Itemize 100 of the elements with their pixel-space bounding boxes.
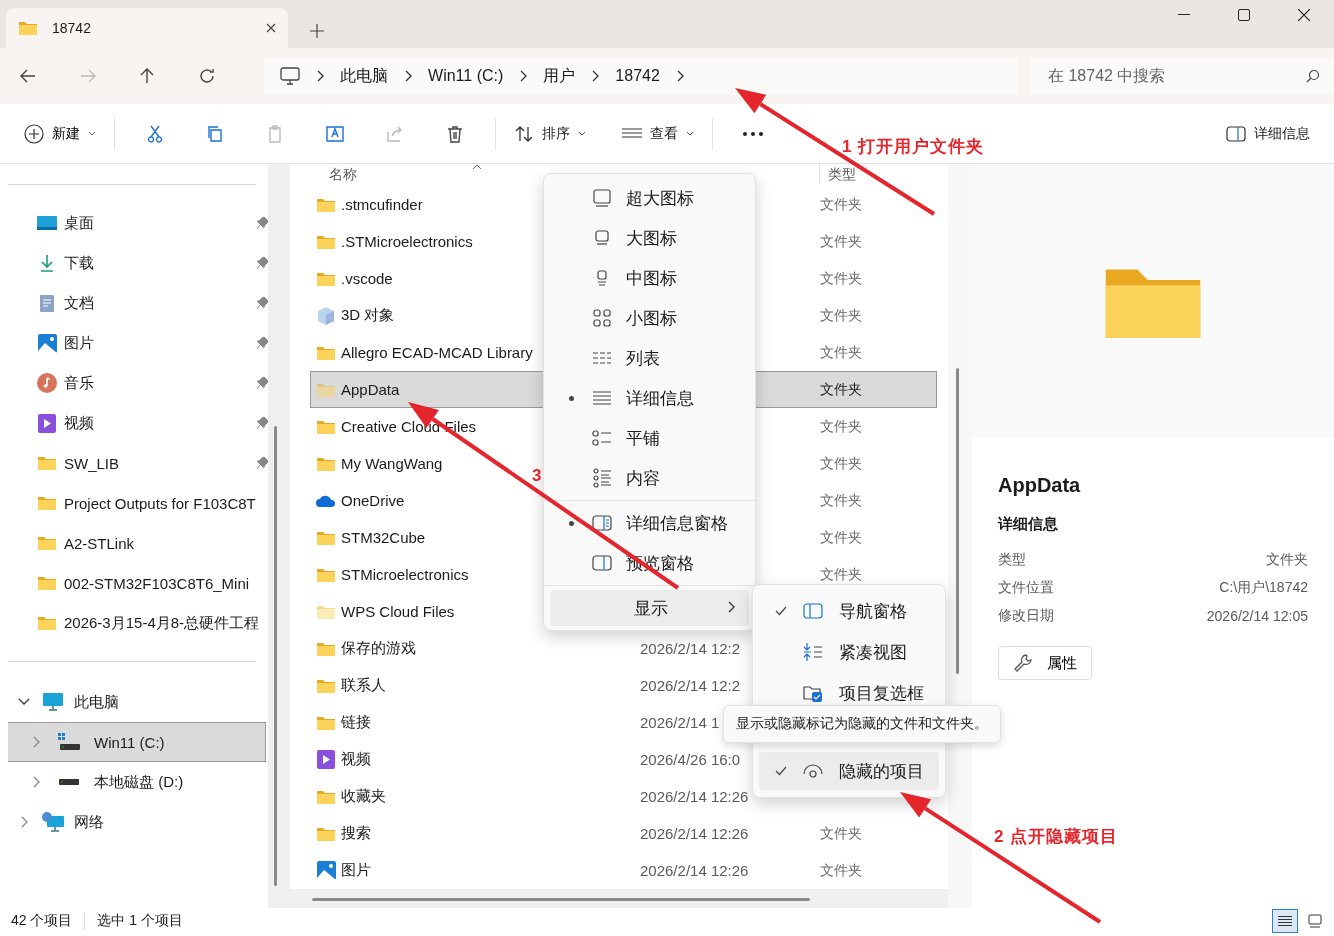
chevron-down-icon[interactable] <box>18 698 30 706</box>
file-type: 文件夹 <box>820 380 862 399</box>
menu-item[interactable]: 小图标 <box>550 298 749 338</box>
new-button[interactable]: 新建 <box>16 117 104 150</box>
file-type: 文件夹 <box>820 343 862 362</box>
file-name[interactable]: .vscode <box>341 270 393 287</box>
menu-item[interactable]: 隐藏的项目 <box>759 752 939 790</box>
maximize-icon[interactable] <box>1238 9 1250 21</box>
quick-access-item[interactable]: A2-STLink <box>8 523 270 563</box>
scissors-icon[interactable] <box>145 123 165 144</box>
tab-title: 18742 <box>52 20 92 36</box>
quick-access-item[interactable]: 音乐 <box>8 363 270 403</box>
menu-item[interactable]: 平铺 <box>550 418 749 458</box>
file-name[interactable]: 搜索 <box>341 824 371 843</box>
pin-icon[interactable] <box>256 456 270 470</box>
breadcrumb[interactable]: 用户 <box>543 65 576 87</box>
tree-item[interactable]: 网络 <box>8 802 266 842</box>
file-name[interactable]: 3D 对象 <box>341 306 395 325</box>
file-name[interactable]: OneDrive <box>341 492 405 509</box>
file-name[interactable]: STM32Cube <box>341 529 426 546</box>
menu-item[interactable]: 详细信息 <box>550 378 749 418</box>
search-field[interactable]: 在 18742 中搜索 <box>1030 57 1334 95</box>
folder-icon <box>316 825 336 842</box>
cube-icon <box>316 305 336 326</box>
quick-access-item[interactable]: 文档 <box>8 283 270 323</box>
minimize-icon[interactable] <box>1178 14 1190 16</box>
menu-item[interactable]: 导航窗格 <box>759 592 939 630</box>
file-name[interactable]: My WangWang <box>341 455 443 472</box>
sort-button[interactable]: 排序 <box>506 117 594 150</box>
plus-icon[interactable] <box>310 24 324 38</box>
pin-icon[interactable] <box>256 256 270 270</box>
file-name[interactable]: WPS Cloud Files <box>341 603 455 620</box>
column-header[interactable]: 类型 <box>819 162 856 184</box>
selection-count: 选中 1 个项目 <box>84 912 184 930</box>
menu-item[interactable]: 列表 <box>550 338 749 378</box>
pin-icon[interactable] <box>256 376 270 390</box>
property-label: 文件位置 <box>998 579 1054 597</box>
grid-icon <box>592 308 612 328</box>
file-name[interactable]: .stmcufinder <box>341 196 423 213</box>
quick-access-item[interactable]: Project Outputs for F103C8T <box>8 483 270 523</box>
file-name[interactable]: 保存的游戏 <box>341 639 416 658</box>
quick-access-item[interactable]: SW_LIB <box>8 443 270 483</box>
quick-access-item[interactable]: 下载 <box>8 243 270 283</box>
view-toggle[interactable] <box>1272 909 1298 933</box>
menu-item[interactable]: 中图标 <box>550 258 749 298</box>
menu-item[interactable]: 显示 <box>550 590 749 626</box>
more-icon[interactable] <box>743 131 763 136</box>
file-name[interactable]: STMicroelectronics <box>341 566 469 583</box>
tree-item[interactable]: 此电脑 <box>8 682 266 722</box>
breadcrumb[interactable]: Win11 (C:) <box>428 67 504 85</box>
scrollbar-thumb[interactable] <box>312 898 810 901</box>
quick-access-item[interactable]: 2026-3月15-4月8-总硬件工程 <box>8 603 270 643</box>
rename-icon[interactable] <box>325 123 345 144</box>
menu-item[interactable]: 大图标 <box>550 218 749 258</box>
menu-item[interactable]: 内容 <box>550 458 749 498</box>
menu-item[interactable]: 紧凑视图 <box>759 633 939 671</box>
file-name[interactable]: Allegro ECAD-MCAD Library <box>341 344 533 361</box>
address-bar[interactable]: 此电脑 Win11 (C:) 用户 18742 <box>264 57 1018 95</box>
folder-icon <box>37 495 57 511</box>
plus-circle-icon <box>24 123 44 144</box>
view-button[interactable]: 查看 <box>614 118 702 149</box>
folder-icon <box>316 196 336 213</box>
modified-date: 2026/4/26 16:0 <box>640 751 741 768</box>
quick-access-item[interactable]: 图片 <box>8 323 270 363</box>
file-name[interactable]: 收藏夹 <box>341 787 386 806</box>
quick-access-item[interactable]: 视频 <box>8 403 270 443</box>
chevron-right-icon[interactable] <box>32 776 40 788</box>
details-button[interactable]: 详细信息 <box>1218 118 1318 149</box>
pin-icon[interactable] <box>256 216 270 230</box>
file-name[interactable]: AppData <box>341 381 400 398</box>
pin-icon[interactable] <box>256 416 270 430</box>
pin-icon[interactable] <box>256 336 270 350</box>
file-name[interactable]: 视频 <box>341 750 371 769</box>
file-name[interactable]: 链接 <box>341 713 371 732</box>
file-name[interactable]: 联系人 <box>341 676 386 695</box>
copy-icon[interactable] <box>205 123 225 144</box>
window-tab[interactable]: 18742 <box>6 8 288 48</box>
file-type: 文件夹 <box>820 195 862 214</box>
chevron-right-icon[interactable] <box>20 816 28 828</box>
pane-icon <box>803 601 823 621</box>
pin-icon[interactable] <box>256 296 270 310</box>
tree-item[interactable]: 本地磁盘 (D:) <box>8 762 266 802</box>
folder-icon <box>37 535 57 551</box>
properties-button[interactable]: 属性 <box>998 646 1092 680</box>
item-name: AppData <box>998 474 1082 497</box>
file-name[interactable]: 图片 <box>341 861 371 880</box>
menu-item[interactable]: 详细信息窗格 <box>550 503 749 543</box>
chevron-right-icon[interactable] <box>32 736 40 748</box>
chevron-right-icon <box>404 70 413 82</box>
breadcrumb[interactable]: 18742 <box>615 67 660 85</box>
close-icon[interactable] <box>266 23 276 33</box>
scrollbar-thumb[interactable] <box>956 368 959 674</box>
quick-access-item[interactable]: 002-STM32F103C8T6_Mini <box>8 563 270 603</box>
close-icon[interactable] <box>1298 9 1310 21</box>
breadcrumb[interactable]: 此电脑 <box>340 65 389 87</box>
tree-item[interactable]: Win11 (C:) <box>8 722 266 762</box>
scrollbar-thumb[interactable] <box>274 426 277 886</box>
file-name[interactable]: .STMicroelectronics <box>341 233 473 250</box>
quick-access-item[interactable]: 桌面 <box>8 203 270 243</box>
trash-icon[interactable] <box>445 123 465 144</box>
